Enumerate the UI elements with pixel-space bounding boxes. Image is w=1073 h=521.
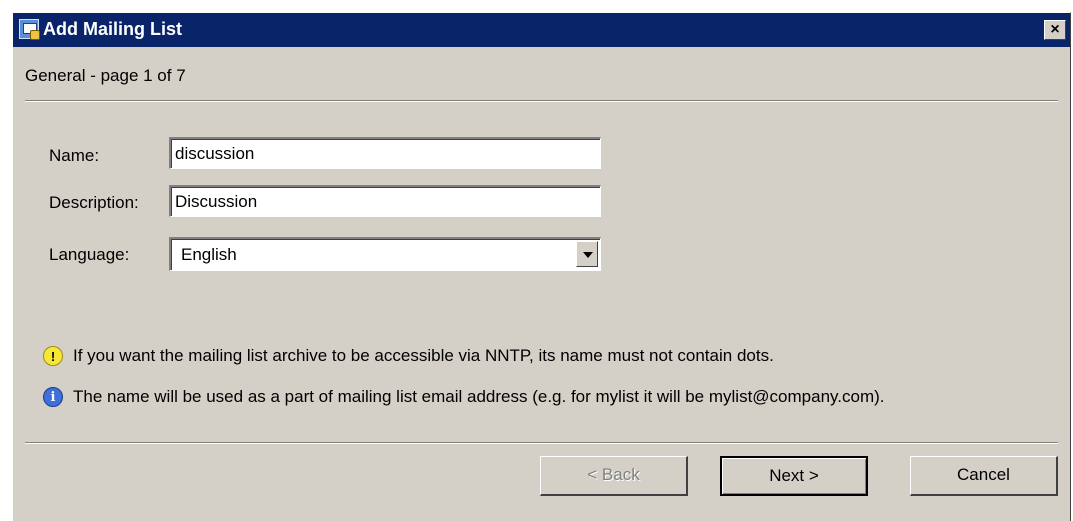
mailing-list-app-icon	[19, 19, 40, 40]
language-select[interactable]: English	[169, 237, 601, 271]
info-icon: i	[43, 387, 63, 407]
footer-divider	[25, 442, 1058, 444]
window-title: Add Mailing List	[43, 19, 182, 39]
add-mailing-list-dialog: Add Mailing List × General - page 1 of 7…	[12, 12, 1071, 521]
next-button[interactable]: Next >	[720, 456, 868, 496]
cancel-button[interactable]: Cancel	[910, 456, 1058, 496]
description-input[interactable]: Discussion	[169, 185, 601, 217]
back-button[interactable]: < Back	[540, 456, 688, 496]
warning-text: If you want the mailing list archive to …	[73, 346, 774, 365]
language-label: Language:	[49, 245, 130, 264]
close-icon[interactable]: ×	[1044, 20, 1066, 40]
chevron-down-icon[interactable]	[576, 241, 598, 267]
warning-icon: !	[43, 346, 63, 366]
header-divider	[25, 100, 1058, 102]
page-indicator: General - page 1 of 7	[25, 66, 186, 85]
name-label: Name:	[49, 146, 100, 165]
name-input[interactable]: discussion	[169, 137, 601, 169]
description-label: Description:	[49, 193, 139, 212]
title-bar[interactable]: Add Mailing List ×	[13, 13, 1070, 47]
info-text: The name will be used as a part of maili…	[73, 387, 885, 406]
language-selected-value: English	[181, 245, 237, 264]
